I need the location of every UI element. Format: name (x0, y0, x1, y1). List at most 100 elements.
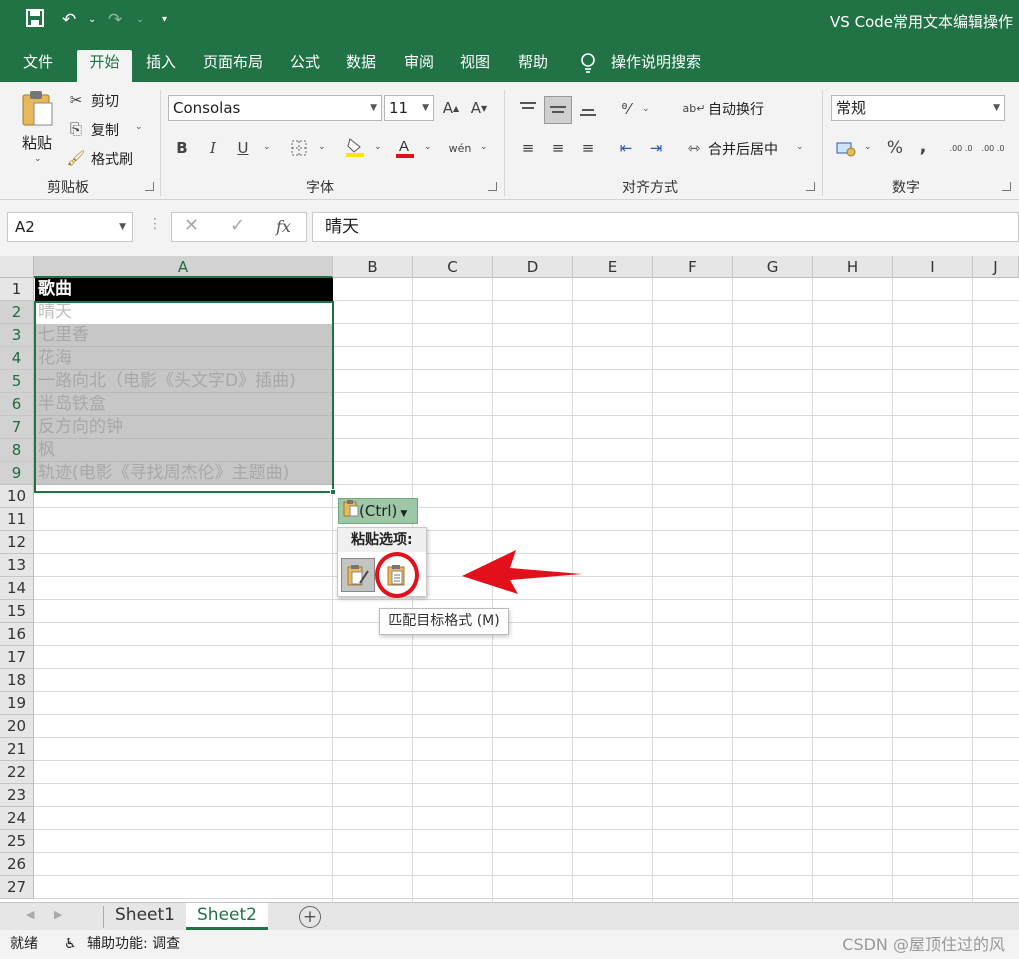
tab-data[interactable]: 数据 (338, 50, 384, 82)
row-header-25[interactable]: 25 (0, 830, 34, 853)
align-center-icon[interactable]: ≡ (546, 136, 570, 160)
row-header-27[interactable]: 27 (0, 876, 34, 899)
copy-button[interactable]: 复制 (91, 120, 119, 140)
accounting-format-icon[interactable] (834, 136, 858, 160)
enter-icon[interactable]: ✓ (230, 215, 245, 236)
decrease-decimal-button[interactable]: .00 .0 (980, 136, 1006, 160)
font-size-combo[interactable]: 11 ▼ (384, 95, 434, 121)
align-right-icon[interactable]: ≡ (576, 136, 600, 160)
percent-button[interactable]: % (884, 136, 906, 160)
comma-style-button[interactable]: , (914, 134, 932, 158)
borders-dropdown-icon[interactable]: ⌄ (318, 142, 326, 152)
row-header-4[interactable]: 4 (0, 347, 34, 370)
row-header-22[interactable]: 22 (0, 761, 34, 784)
row-header-9[interactable]: 9 (0, 462, 34, 485)
copy-dropdown-icon[interactable]: ⌄ (135, 122, 143, 132)
borders-icon[interactable] (288, 136, 310, 160)
tell-me-search[interactable]: 操作说明搜索 (606, 50, 706, 82)
row-header-19[interactable]: 19 (0, 692, 34, 715)
alignment-launcher-icon[interactable] (806, 182, 815, 191)
column-header-c[interactable]: C (413, 256, 493, 278)
align-middle-icon[interactable] (544, 96, 572, 124)
column-header-a[interactable]: A (34, 256, 333, 278)
match-destination-format-icon[interactable] (380, 558, 414, 592)
tab-formulas[interactable]: 公式 (282, 50, 328, 82)
row-header-5[interactable]: 5 (0, 370, 34, 393)
row-header-24[interactable]: 24 (0, 807, 34, 830)
underline-dropdown-icon[interactable]: ⌄ (263, 142, 271, 152)
row-header-17[interactable]: 17 (0, 646, 34, 669)
number-launcher-icon[interactable] (1002, 182, 1011, 191)
paste-dropdown-icon[interactable]: ⌄ (34, 154, 42, 164)
cell-a7[interactable]: 反方向的钟 (35, 416, 333, 439)
sheet-tab-sheet1[interactable]: Sheet1 (108, 903, 182, 930)
merge-dropdown-icon[interactable]: ⌄ (796, 142, 804, 152)
bold-button[interactable]: B (172, 136, 192, 160)
increase-font-icon[interactable]: A ▲ (441, 96, 461, 120)
tab-insert[interactable]: 插入 (138, 50, 184, 82)
row-header-13[interactable]: 13 (0, 554, 34, 577)
insert-function-button[interactable]: fx (276, 217, 291, 236)
fill-color-icon[interactable] (344, 134, 366, 160)
column-header-g[interactable]: G (733, 256, 813, 278)
undo-icon[interactable]: ↶ (62, 9, 76, 31)
tab-page-layout[interactable]: 页面布局 (198, 50, 268, 82)
number-format-combo[interactable]: 常规 ▼ (831, 95, 1005, 121)
accessibility-status[interactable]: 辅助功能: 调查 (87, 930, 180, 959)
customize-qat-icon[interactable]: ▾ (162, 9, 167, 31)
redo-icon[interactable]: ↷ (108, 9, 122, 31)
row-header-15[interactable]: 15 (0, 600, 34, 623)
fill-color-dropdown-icon[interactable]: ⌄ (374, 142, 382, 152)
name-box[interactable]: A2 ▼ (7, 212, 133, 242)
font-launcher-icon[interactable] (488, 182, 497, 191)
row-header-20[interactable]: 20 (0, 715, 34, 738)
phonetic-icon[interactable]: wén (449, 136, 472, 160)
font-color-dropdown-icon[interactable]: ⌄ (424, 142, 432, 152)
underline-button[interactable]: U (233, 136, 253, 160)
decrease-indent-icon[interactable]: ⇤ (614, 136, 638, 160)
paste-button[interactable]: 粘贴 (22, 132, 52, 153)
cell-a9[interactable]: 轨迹(电影《寻找周杰伦》主题曲) (35, 462, 333, 485)
cut-button[interactable]: 剪切 (91, 91, 119, 111)
orientation-icon[interactable]: ᶿ⁄ (614, 96, 638, 122)
font-name-combo[interactable]: Consolas ▼ (168, 95, 382, 121)
row-header-18[interactable]: 18 (0, 669, 34, 692)
cell-a6[interactable]: 半岛铁盒 (35, 393, 333, 416)
font-color-icon[interactable]: A (394, 134, 416, 160)
cell-a4[interactable]: 花海 (35, 347, 333, 370)
row-header-3[interactable]: 3 (0, 324, 34, 347)
tab-help[interactable]: 帮助 (510, 50, 556, 82)
sheet-tab-sheet2[interactable]: Sheet2 (186, 903, 268, 930)
accounting-dropdown-icon[interactable]: ⌄ (864, 142, 872, 152)
redo-dropdown-icon[interactable]: ⌄ (136, 9, 144, 31)
align-top-icon[interactable] (516, 96, 540, 122)
column-header-e[interactable]: E (573, 256, 653, 278)
paste-options-button[interactable]: (Ctrl) ▼ (338, 498, 418, 524)
select-all-corner[interactable] (0, 256, 34, 278)
align-left-icon[interactable]: ≡ (516, 136, 540, 160)
column-header-b[interactable]: B (333, 256, 413, 278)
cell-a5[interactable]: 一路向北（电影《头文字D》插曲) (35, 370, 333, 393)
decrease-font-icon[interactable]: A ▼ (469, 96, 489, 120)
tab-file[interactable]: 文件 (14, 50, 62, 82)
increase-indent-icon[interactable]: ⇥ (644, 136, 668, 160)
row-header-23[interactable]: 23 (0, 784, 34, 807)
phonetic-dropdown-icon[interactable]: ⌄ (480, 142, 488, 152)
merge-center-button[interactable]: 合并后居中 (708, 139, 778, 159)
column-header-h[interactable]: H (813, 256, 893, 278)
row-header-2[interactable]: 2 (0, 301, 34, 324)
scroll-left-icon[interactable]: ◀ (26, 908, 34, 921)
tab-view[interactable]: 视图 (452, 50, 498, 82)
column-header-f[interactable]: F (653, 256, 733, 278)
cell-a2[interactable]: 晴天 (35, 301, 333, 324)
increase-decimal-button[interactable]: .00 .0 (948, 136, 974, 160)
row-header-11[interactable]: 11 (0, 508, 34, 531)
formula-input[interactable]: 晴天 (312, 212, 1019, 242)
align-bottom-icon[interactable] (576, 96, 600, 122)
clipboard-launcher-icon[interactable] (145, 182, 154, 191)
cell-a1[interactable]: 歌曲 (35, 278, 333, 301)
row-header-1[interactable]: 1 (0, 278, 34, 301)
add-sheet-icon[interactable]: + (299, 906, 321, 928)
column-header-i[interactable]: I (893, 256, 973, 278)
cancel-icon[interactable]: ✕ (184, 215, 199, 236)
